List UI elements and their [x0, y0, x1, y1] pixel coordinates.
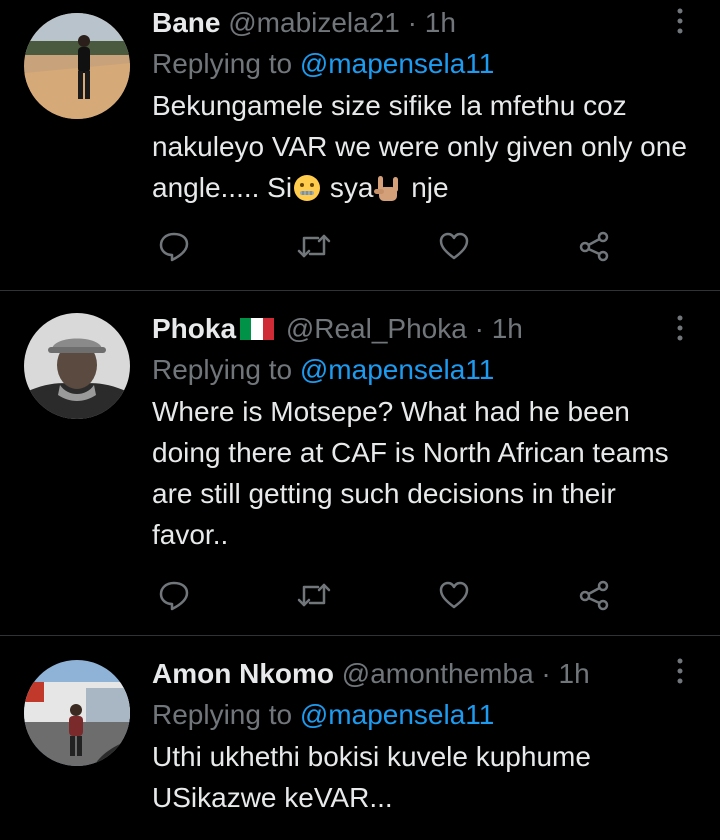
author-name[interactable]: Amon Nkomo	[152, 658, 334, 689]
more-options-icon[interactable]	[670, 4, 690, 38]
tweet-actions	[152, 575, 632, 615]
more-options-icon[interactable]	[670, 654, 690, 688]
tweet-text-part: sya	[329, 172, 374, 203]
tweet-text: Where is Motsepe? What had he been doing…	[152, 396, 669, 550]
replying-to-label: Replying to	[152, 699, 293, 730]
timestamp[interactable]: 1h	[492, 313, 523, 344]
avatar[interactable]	[24, 313, 130, 419]
more-options-icon[interactable]	[670, 311, 690, 345]
timestamp[interactable]: 1h	[559, 658, 590, 689]
reply-icon[interactable]	[154, 575, 194, 615]
timestamp[interactable]: 1h	[425, 7, 456, 38]
mention-link[interactable]: @mapensela11	[300, 699, 494, 730]
avatar[interactable]	[24, 660, 130, 766]
author-handle[interactable]: @mabizela21	[228, 7, 400, 38]
reply-icon[interactable]	[154, 226, 194, 266]
italy-flag-icon	[240, 314, 275, 340]
tweet-header: Phoka @Real_Phoka · 1h	[152, 312, 692, 346]
replying-to: Replying to @mapensela11	[152, 46, 692, 82]
separator: ·	[541, 658, 551, 689]
replying-to: Replying to @mapensela11	[152, 697, 692, 733]
tweet-actions	[152, 226, 632, 266]
tweet-text: Uthi ukhethi bokisi kuvele kuphume USika…	[152, 741, 591, 813]
love-you-gesture-emoji	[373, 173, 403, 214]
like-icon[interactable]	[434, 575, 474, 615]
retweet-icon[interactable]	[294, 226, 334, 266]
separator: ·	[474, 313, 484, 344]
zipper-mouth-face-emoji	[292, 173, 322, 214]
tweet-header: Amon Nkomo @amonthemba · 1h	[152, 657, 692, 691]
separator: ·	[407, 7, 417, 38]
share-icon[interactable]	[574, 575, 614, 615]
tweet-1[interactable]: Bane @mabizela21 · 1h Replying to @mapen…	[0, 0, 720, 290]
replying-to-label: Replying to	[152, 354, 293, 385]
mention-link[interactable]: @mapensela11	[300, 48, 494, 79]
author-name[interactable]: Phoka	[152, 313, 236, 344]
tweet-2[interactable]: Phoka @Real_Phoka · 1h Replying to @mape…	[0, 291, 720, 635]
like-icon[interactable]	[434, 226, 474, 266]
replying-to: Replying to @mapensela11	[152, 352, 692, 388]
author-name[interactable]: Bane	[152, 7, 220, 38]
author-handle[interactable]: @amonthemba	[342, 658, 534, 689]
share-icon[interactable]	[574, 226, 614, 266]
retweet-icon[interactable]	[294, 575, 334, 615]
author-handle[interactable]: @Real_Phoka	[286, 313, 467, 344]
tweet-3[interactable]: Amon Nkomo @amonthemba · 1h Replying to …	[0, 636, 720, 840]
avatar[interactable]	[24, 13, 130, 119]
mention-link[interactable]: @mapensela11	[300, 354, 494, 385]
replying-to-label: Replying to	[152, 48, 293, 79]
tweet-text-part: nje	[411, 172, 449, 203]
tweet-header: Bane @mabizela21 · 1h	[152, 6, 692, 40]
tweet-text: Bekungamele size sifike la mfethu coz na…	[152, 85, 692, 214]
